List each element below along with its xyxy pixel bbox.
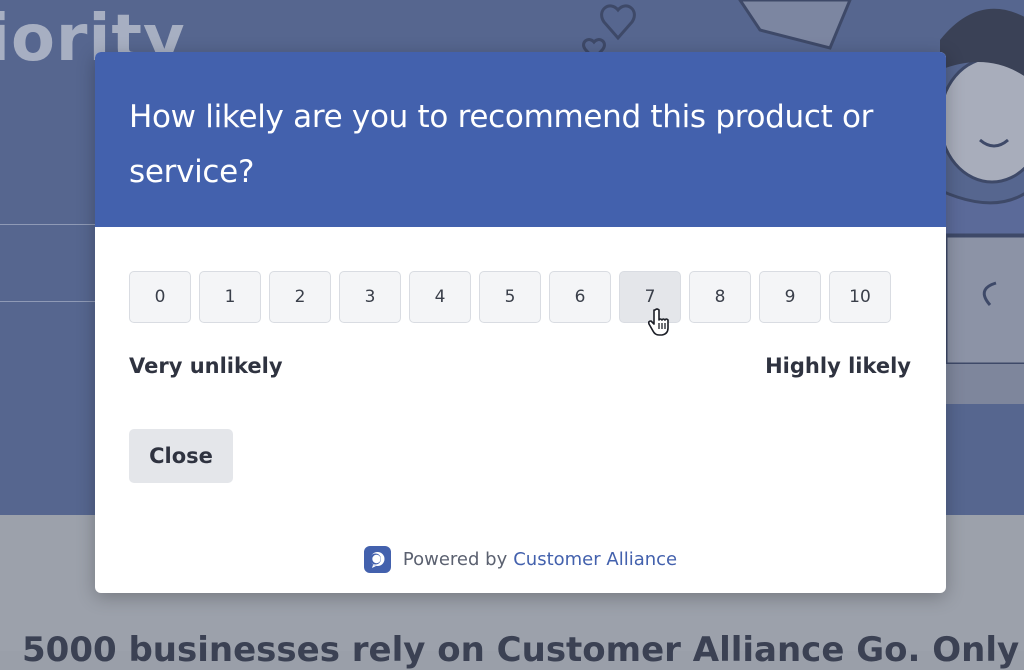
score-button-5[interactable]: 5 — [479, 271, 541, 323]
score-button-4[interactable]: 4 — [409, 271, 471, 323]
score-button-1[interactable]: 1 — [199, 271, 261, 323]
powered-by-text: Powered by — [402, 549, 508, 570]
survey-question: How likely are you to recommend this pro… — [129, 99, 874, 190]
high-end-label: Highly likely — [765, 354, 911, 378]
customer-alliance-logo-icon — [363, 546, 391, 573]
background-divider — [0, 301, 96, 302]
customer-alliance-link[interactable]: Customer Alliance — [513, 549, 677, 570]
score-button-0[interactable]: 0 — [129, 271, 191, 323]
score-button-3[interactable]: 3 — [339, 271, 401, 323]
background-lower-text: 5000 businesses rely on Customer Allianc… — [22, 630, 1024, 670]
score-label-7: 7 — [644, 287, 656, 307]
powered-by-footer: Powered by Customer Alliance — [95, 546, 946, 573]
close-button[interactable]: Close — [129, 429, 233, 483]
scale-labels: Very unlikely Highly likely — [129, 354, 911, 378]
score-button-8[interactable]: 8 — [689, 271, 751, 323]
low-end-label: Very unlikely — [129, 354, 283, 378]
nps-scale: 0 1 2 3 4 5 6 7 8 9 10 — [129, 271, 891, 336]
score-button-10[interactable]: 10 — [829, 271, 891, 323]
modal-header: How likely are you to recommend this pro… — [95, 52, 946, 227]
score-button-7[interactable]: 7 — [619, 271, 681, 336]
score-button-9[interactable]: 9 — [759, 271, 821, 323]
hand-pointer-icon — [648, 308, 669, 336]
background-divider — [0, 224, 96, 225]
score-button-2[interactable]: 2 — [269, 271, 331, 323]
nps-survey-modal: How likely are you to recommend this pro… — [95, 52, 946, 593]
score-button-6[interactable]: 6 — [549, 271, 611, 323]
